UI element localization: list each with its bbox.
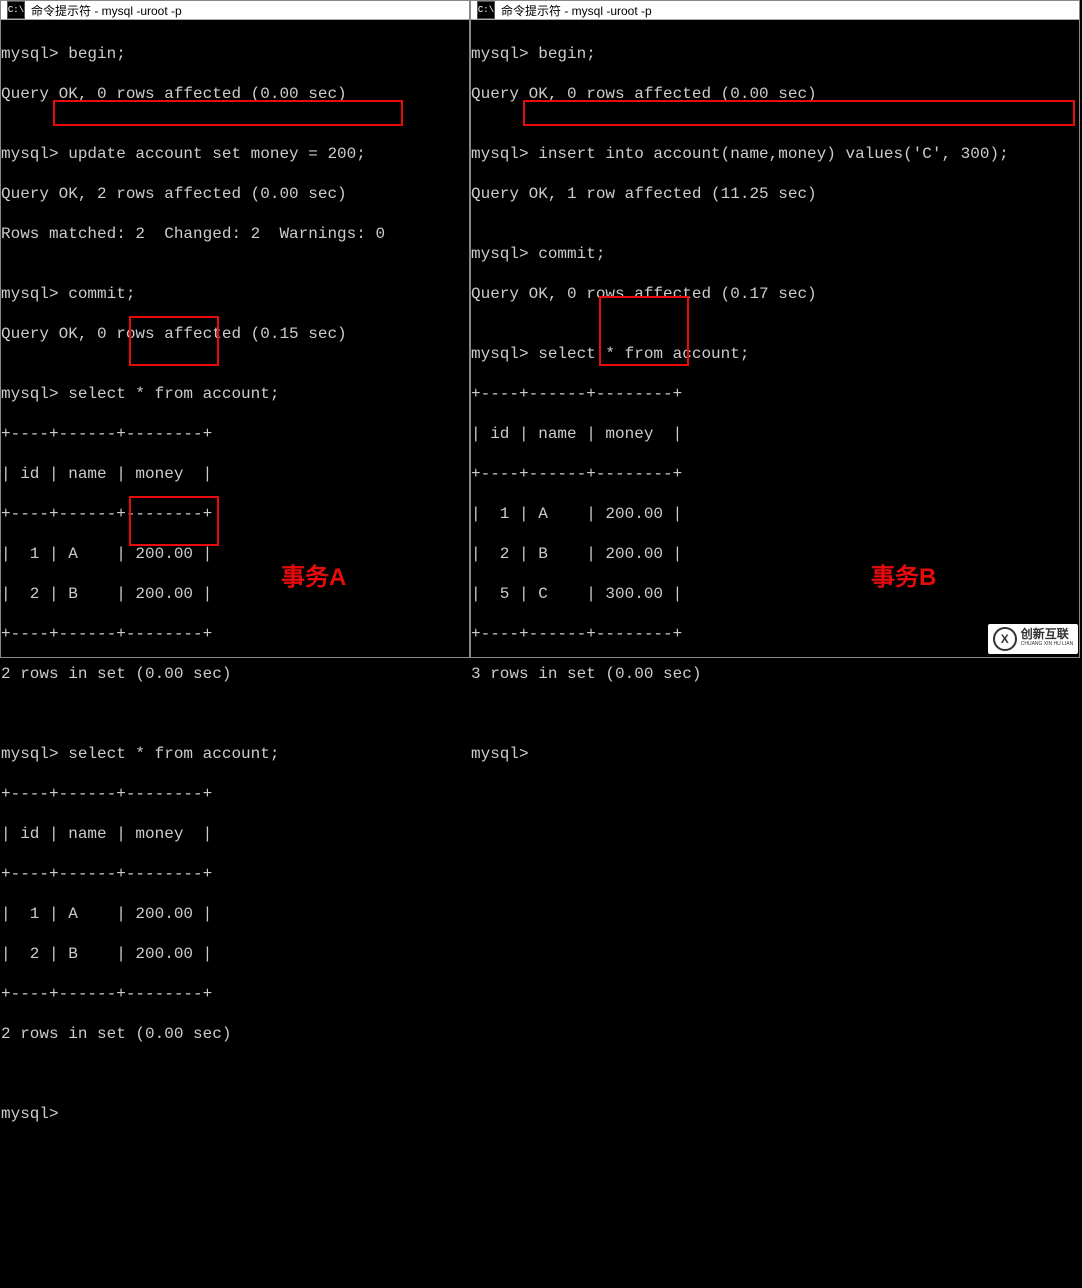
prompt: mysql> [471, 744, 1075, 764]
line: Query OK, 0 rows affected (0.15 sec) [1, 324, 465, 344]
terminal-left: C:\ 命令提示符 - mysql -uroot -p mysql> begin… [0, 0, 470, 658]
terminal-right: C:\ 命令提示符 - mysql -uroot -p mysql> begin… [470, 0, 1080, 658]
table-header: | id | name | money | [1, 824, 465, 844]
transaction-label-b: 事务B [871, 568, 936, 588]
prompt: mysql> [1, 1104, 465, 1124]
table-border: +----+------+--------+ [1, 504, 465, 524]
transaction-label-a: 事务A [281, 568, 346, 588]
line: mysql> select * from account; [471, 344, 1075, 364]
table-border: +----+------+--------+ [1, 424, 465, 444]
table-header: | id | name | money | [1, 464, 465, 484]
table-border: +----+------+--------+ [471, 464, 1075, 484]
blank [1, 704, 465, 724]
table-row: | 5 | C | 300.00 | [471, 584, 1075, 604]
table-border: +----+------+--------+ [1, 984, 465, 1004]
line: mysql> commit; [471, 244, 1075, 264]
line: Query OK, 0 rows affected (0.00 sec) [1, 84, 465, 104]
line: Query OK, 2 rows affected (0.00 sec) [1, 184, 465, 204]
line: mysql> begin; [471, 44, 1075, 64]
table-row: | 2 | B | 200.00 | [471, 544, 1075, 564]
line: Query OK, 1 row affected (11.25 sec) [471, 184, 1075, 204]
table-border: +----+------+--------+ [1, 784, 465, 804]
table-row: | 2 | B | 200.00 | [1, 584, 465, 604]
blank [1, 1064, 465, 1084]
table-border: +----+------+--------+ [471, 624, 1075, 644]
table-row: | 1 | A | 200.00 | [1, 904, 465, 924]
rows-text: 2 rows in set (0.00 sec) [1, 1024, 465, 1044]
rows-text: 2 rows in set (0.00 sec) [1, 664, 465, 684]
line: mysql> commit; [1, 284, 465, 304]
window-title: 命令提示符 - mysql -uroot -p [31, 2, 182, 19]
watermark-icon: X [993, 627, 1017, 651]
rows-text: 3 rows in set (0.00 sec) [471, 664, 1075, 684]
terminal-icon: C:\ [7, 1, 25, 19]
terminal-content-left[interactable]: mysql> begin; Query OK, 0 rows affected … [1, 20, 469, 1288]
table-header: | id | name | money | [471, 424, 1075, 444]
watermark: X 创新互联 CHUANG XIN HU LIAN [988, 624, 1078, 654]
line: mysql> insert into account(name,money) v… [471, 144, 1075, 164]
table-border: +----+------+--------+ [1, 624, 465, 644]
line: Query OK, 0 rows affected (0.00 sec) [471, 84, 1075, 104]
titlebar-left[interactable]: C:\ 命令提示符 - mysql -uroot -p [1, 1, 469, 20]
line: mysql> select * from account; [1, 384, 465, 404]
watermark-text: 创新互联 CHUANG XIN HU LIAN [1021, 629, 1074, 649]
window-pair: C:\ 命令提示符 - mysql -uroot -p mysql> begin… [0, 0, 1082, 658]
table-row: | 1 | A | 200.00 | [1, 544, 465, 564]
table-border: +----+------+--------+ [1, 864, 465, 884]
line: Rows matched: 2 Changed: 2 Warnings: 0 [1, 224, 465, 244]
line: Query OK, 0 rows affected (0.17 sec) [471, 284, 1075, 304]
terminal-content-right[interactable]: mysql> begin; Query OK, 0 rows affected … [471, 20, 1079, 888]
line: mysql> select * from account; [1, 744, 465, 764]
titlebar-right[interactable]: C:\ 命令提示符 - mysql -uroot -p [471, 1, 1079, 20]
table-border: +----+------+--------+ [471, 384, 1075, 404]
line: mysql> begin; [1, 44, 465, 64]
line: mysql> update account set money = 200; [1, 144, 465, 164]
blank [471, 704, 1075, 724]
terminal-icon: C:\ [477, 1, 495, 19]
window-title: 命令提示符 - mysql -uroot -p [501, 2, 652, 19]
table-row: | 1 | A | 200.00 | [471, 504, 1075, 524]
table-row: | 2 | B | 200.00 | [1, 944, 465, 964]
